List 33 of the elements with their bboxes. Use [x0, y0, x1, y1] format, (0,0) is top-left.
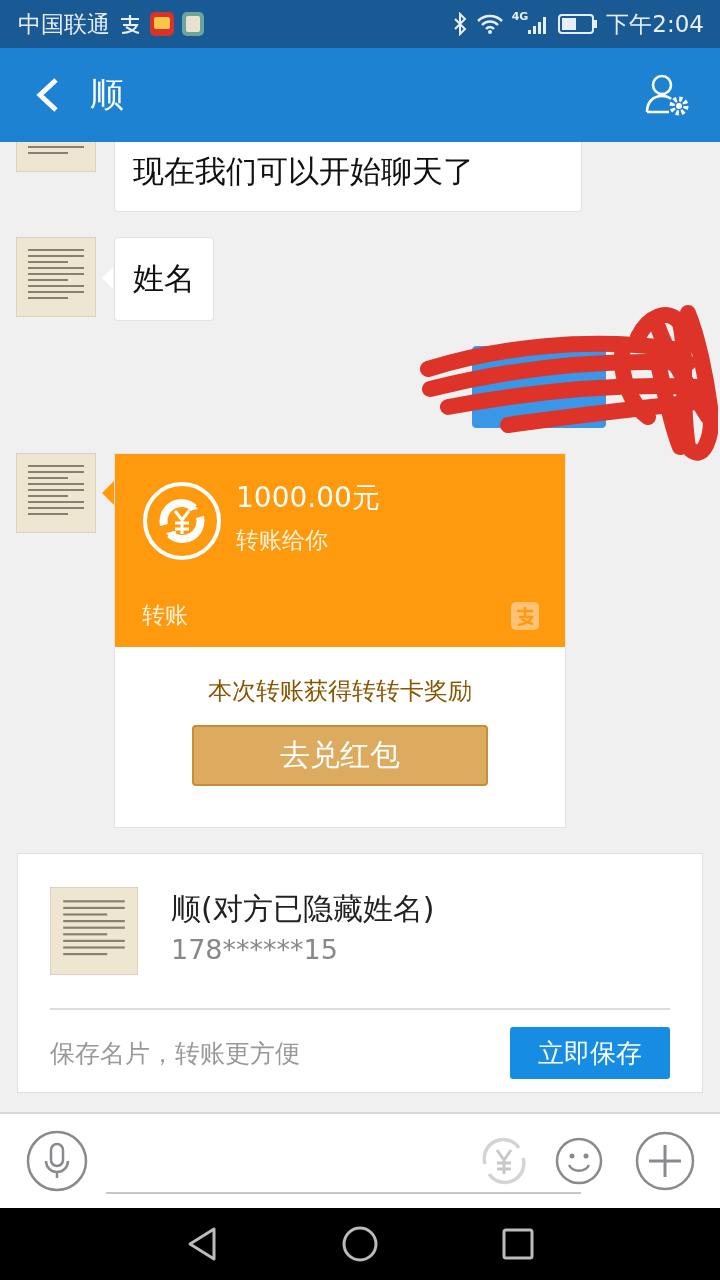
app-icon [150, 12, 174, 36]
transfer-caption: 转账给你 [236, 526, 329, 555]
message-input[interactable] [106, 1190, 581, 1194]
message-bubble: 现在我们可以开始聊天了 [114, 142, 582, 212]
carrier-name: 中国联通 [18, 9, 110, 39]
emoji-button[interactable] [555, 1137, 603, 1185]
battery-icon [558, 13, 599, 35]
network-type: 4G [511, 10, 529, 23]
chat-title: 顺 [90, 73, 125, 116]
recents-button[interactable] [502, 1228, 534, 1260]
alipay-notification-icon [118, 13, 142, 35]
save-hint: 保存名片，转账更方便 [50, 1037, 300, 1070]
reward-text: 本次转账获得转转卡奖励 [208, 676, 472, 707]
voice-button[interactable] [26, 1130, 88, 1192]
contact-settings-button[interactable] [644, 72, 690, 118]
wifi-icon [475, 13, 504, 35]
phone-number: 178******15 [171, 934, 339, 965]
transfer-amount: 1000.00元 [236, 480, 380, 516]
back-button[interactable] [34, 77, 60, 113]
bluetooth-icon [451, 12, 468, 36]
save-button[interactable]: 立即保存 [510, 1027, 670, 1079]
home-button[interactable] [342, 1226, 378, 1262]
alipay-icon [511, 601, 539, 630]
app-icon [182, 12, 204, 36]
clock-time: 下午2:04 [606, 9, 704, 39]
transfer-card[interactable]: 1000.00元 转账给你 转账 本次转账获得转转卡奖励 去兑红包 [114, 453, 566, 828]
back-nav-button[interactable] [186, 1226, 218, 1262]
transfer-label: 转账 [142, 601, 188, 630]
message-bubble: 姓名 [114, 237, 214, 321]
yuan-transfer-icon [142, 481, 222, 561]
plus-button[interactable] [635, 1131, 695, 1191]
contact-name: 顺(对方已隐藏姓名) [171, 890, 435, 928]
redeem-button[interactable]: 去兑红包 [192, 725, 488, 786]
